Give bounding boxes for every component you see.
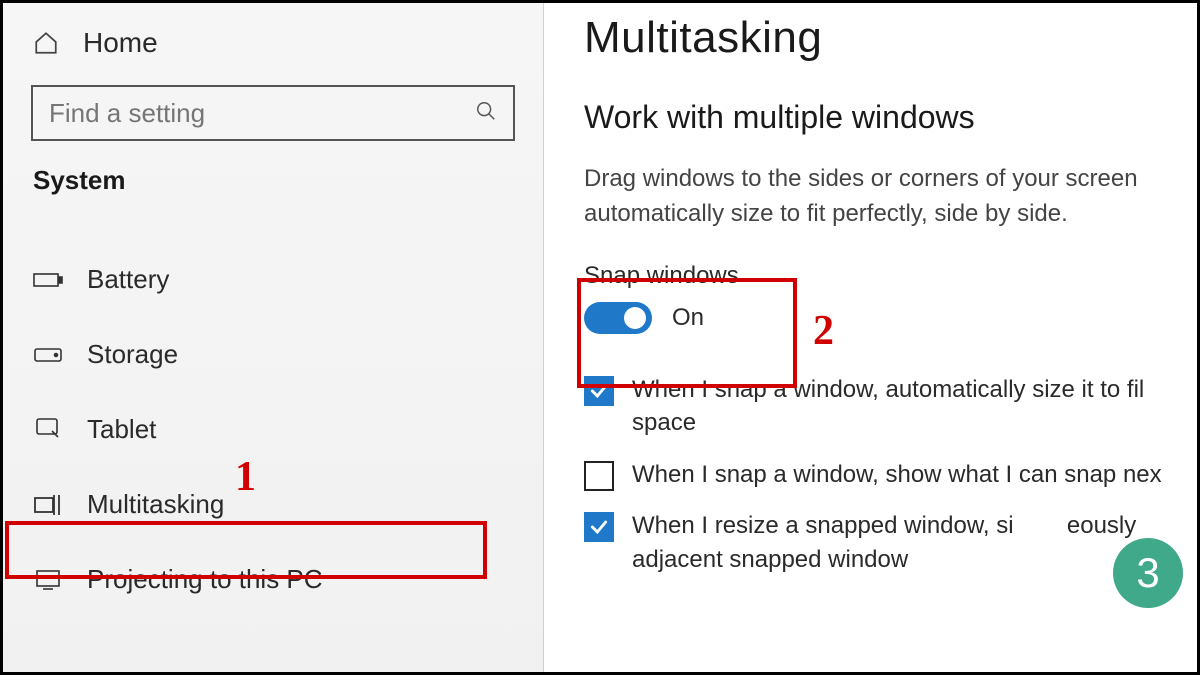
tablet-icon	[33, 417, 63, 443]
snap-option-label: When I snap a window, show what I can sn…	[632, 458, 1162, 492]
section-description: Drag windows to the sides or corners of …	[584, 162, 1187, 232]
battery-icon	[33, 271, 63, 289]
main-panel: Multitasking Work with multiple windows …	[543, 3, 1197, 672]
snap-options-list: When I snap a window, automatically size…	[584, 373, 1187, 577]
search-input[interactable]	[31, 85, 515, 141]
category-label: System	[3, 165, 543, 242]
snap-option-2[interactable]: When I snap a window, show what I can sn…	[584, 458, 1187, 492]
sidebar-item-label: Battery	[87, 264, 169, 295]
snap-option-3[interactable]: When I resize a snapped window, si eousl…	[584, 509, 1187, 576]
snap-option-1[interactable]: When I snap a window, automatically size…	[584, 373, 1187, 440]
home-button[interactable]: Home	[3, 21, 543, 77]
home-label: Home	[83, 27, 158, 59]
sidebar-item-label: Multitasking	[87, 489, 224, 520]
multitasking-icon	[33, 494, 63, 516]
snap-windows-block: Snap windows On	[584, 262, 739, 334]
home-icon	[31, 30, 61, 56]
snap-windows-toggle[interactable]	[584, 302, 652, 334]
section-heading: Work with multiple windows	[584, 99, 1187, 136]
projecting-icon	[33, 569, 63, 591]
checkbox-icon[interactable]	[584, 376, 614, 406]
storage-icon	[33, 348, 63, 362]
sidebar: Home System Battery	[3, 3, 543, 672]
page-title: Multitasking	[584, 13, 1187, 63]
sidebar-item-battery[interactable]: Battery	[3, 242, 543, 317]
snap-windows-label: Snap windows	[584, 262, 739, 290]
search-icon	[475, 100, 497, 127]
sidebar-item-label: Storage	[87, 339, 178, 370]
snap-option-label: When I snap a window, automatically size…	[632, 373, 1187, 440]
snap-windows-state: On	[672, 304, 704, 332]
sidebar-item-projecting[interactable]: Projecting to this PC	[3, 542, 543, 617]
settings-window: Home System Battery	[3, 3, 1197, 672]
sidebar-item-label: Tablet	[87, 414, 156, 445]
checkbox-icon[interactable]	[584, 461, 614, 491]
snap-option-label: When I resize a snapped window, si eousl…	[632, 509, 1187, 576]
sidebar-item-tablet[interactable]: Tablet	[3, 392, 543, 467]
checkbox-icon[interactable]	[584, 512, 614, 542]
search-field[interactable]	[49, 98, 475, 129]
sidebar-item-label: Projecting to this PC	[87, 564, 323, 595]
sidebar-item-multitasking[interactable]: Multitasking	[3, 467, 543, 542]
sidebar-item-storage[interactable]: Storage	[3, 317, 543, 392]
